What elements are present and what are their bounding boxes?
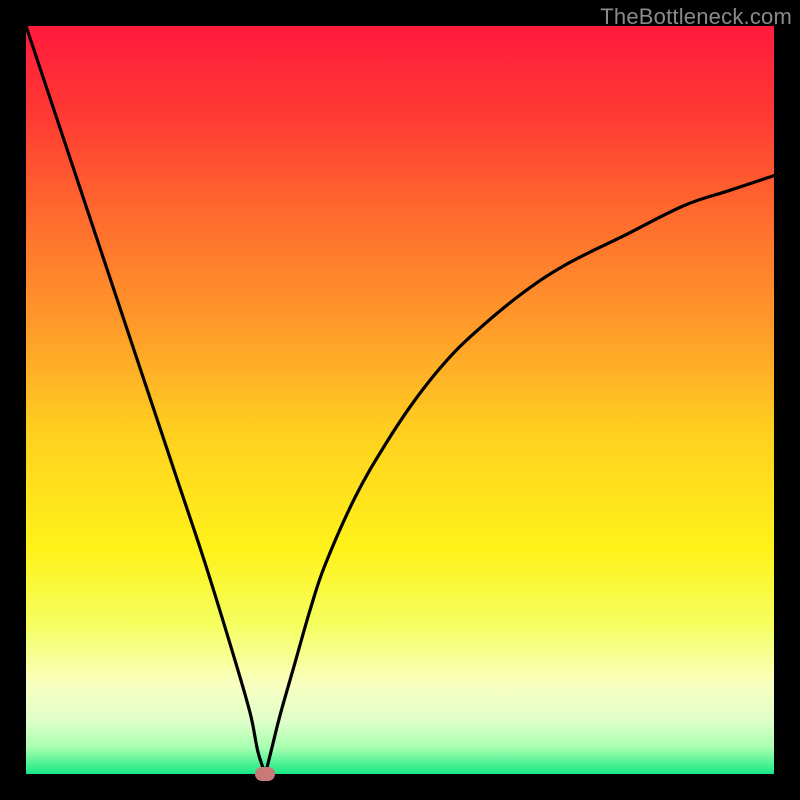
minimum-marker — [255, 767, 275, 781]
chart-plot — [26, 26, 774, 774]
chart-frame — [26, 26, 774, 774]
gradient-background — [26, 26, 774, 774]
watermark-text: TheBottleneck.com — [600, 4, 792, 30]
